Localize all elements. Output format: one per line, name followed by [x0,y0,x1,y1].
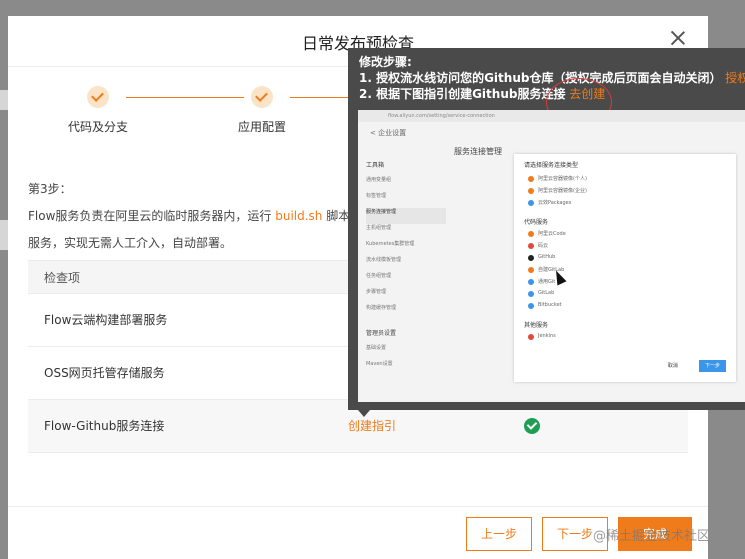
sidebar-group: 管理员设置 [366,330,397,337]
option-icon [528,231,534,237]
step-label: 应用配置 [237,120,286,134]
card-option: 阿里云容器镜像(企业) [514,187,736,199]
card-option: 通用Git [514,278,736,290]
check-icon [251,86,273,108]
guide-screenshot: flow.aliyun.com/setting/service-connecti… [358,110,745,402]
row-name: Flow-Github服务连接 [44,419,165,433]
step-connector [290,97,348,98]
option-icon [528,188,534,194]
option-icon [528,267,534,273]
sidebar-item: 任务组管理 [366,273,392,279]
step-label: 代码及分支 [67,120,128,134]
screenshot-breadcrumb: < 企业设置 [370,129,407,137]
screenshot-sidebar: 工具箱 通用变量组 标签管理 服务连接管理 主机组管理 Kubernetes集群… [366,152,446,376]
sidebar-group: 工具箱 [366,162,385,169]
card-option: Jenkins [514,333,736,345]
card-option: 阿里云Code [514,230,736,242]
option-icon [528,200,534,206]
card-cancel-button: 取消 [667,363,678,369]
card-section: 其他服务 [524,322,549,329]
option-icon [528,279,534,285]
option-icon [528,243,534,249]
sidebar-item: Maven设置 [366,361,393,367]
sidebar-item: 流水线模板管理 [366,257,402,263]
popup-step-1: 1. 授权流水线访问您的Github仓库（授权完成后页面会自动关闭） [359,71,722,85]
option-icon [528,334,534,340]
card-option: GitLab [514,290,736,302]
sidebar-item: 构建缓存管理 [366,305,397,311]
step-code-branch: 代码及分支 [48,86,148,135]
step-app-config: 应用配置 [212,86,312,135]
card-title: 请选择服务连接类型 [524,162,579,169]
popup-heading: 修改步骤: [359,55,412,69]
sidebar-item: 标签管理 [366,193,387,199]
sidebar-item: 通用变量组 [366,177,392,183]
option-icon [528,176,534,182]
footer-divider [8,506,708,507]
connection-type-card: 请选择服务连接类型 阿里云容器镜像(个人) 阿里云容器镜像(企业) 云效Pack… [514,154,736,382]
build-sh-highlight: build.sh [275,209,323,223]
screenshot-url: flow.aliyun.com/setting/service-connecti… [358,110,745,122]
screenshot-main-title: 服务连接管理 [454,147,502,156]
option-icon [528,255,534,261]
card-section: 代码服务 [524,219,549,226]
option-icon [528,291,534,297]
sidebar-item: 基础设置 [366,345,387,351]
guide-popup: 修改步骤: 1. 授权流水线访问您的Github仓库（授权完成后页面会自动关闭）… [348,48,745,417]
card-option: 码云 [514,242,736,254]
row-name: OSS网页托管存储服务 [44,366,165,380]
row-name: Flow云端构建部署服务 [44,313,168,327]
card-option: Bitbucket [514,302,736,314]
authorize-link[interactable]: 授权链 [725,71,745,85]
card-option: 云效Packages [514,199,736,211]
sidebar-item: 步骤管理 [366,289,387,295]
close-icon[interactable] [670,30,686,46]
desc-line-1: 第3步： [28,182,72,196]
step-description: 第3步： Flow服务负责在阿里云的临时服务器内，运行 build.sh 脚本 … [28,176,350,257]
desc-line-2: Flow服务负责在阿里云的临时服务器内，运行 build.sh 脚本 [28,209,351,223]
prev-button[interactable]: 上一步 [466,517,532,551]
option-icon [528,303,534,309]
card-next-button: 下一步 [698,360,726,372]
card-option: GitHub [514,254,736,266]
popup-arrow [358,410,370,417]
sidebar-item: 主机组管理 [366,225,392,231]
check-icon [87,86,109,108]
card-buttons: 取消 下一步 [652,352,726,372]
desc-line-3: 服务，实现无需人工介入，自动部署。 [28,236,233,250]
success-check-icon [524,418,540,434]
sidebar-item: 服务连接管理 [366,208,446,224]
card-option: 阿里云容器镜像(个人) [514,175,736,187]
popup-step-2: 2. 根据下图指引创建Github服务连接 [359,87,566,101]
sidebar-item: Kubernetes集群管理 [366,241,415,247]
card-option: 自建GitLab [514,266,736,278]
watermark: @稀土掘金技术社区 [593,529,711,544]
